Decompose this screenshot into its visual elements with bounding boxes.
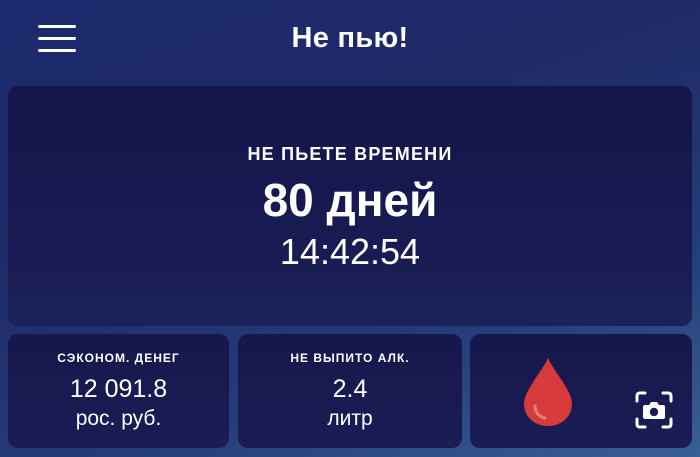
money-saved-unit: рос. руб. <box>75 407 162 430</box>
app-header: Не пью! <box>0 0 700 84</box>
timer-label: НЕ ПЬЕТЕ ВРЕМЕНИ <box>247 144 453 164</box>
money-saved-label: СЭКОНОМ. ДЕНЕГ <box>57 351 180 365</box>
money-saved-card: СЭКОНОМ. ДЕНЕГ 12 091.8 рос. руб. <box>8 334 229 448</box>
days-counter: 80 дней <box>262 174 438 226</box>
camera-capture-icon[interactable] <box>634 390 674 430</box>
sobriety-timer-card: НЕ ПЬЕТЕ ВРЕМЕНИ 80 дней 14:42:54 <box>8 86 692 326</box>
blood-drop-icon <box>524 358 572 426</box>
money-saved-value: 12 091.8 <box>69 375 168 403</box>
alcohol-not-drunk-unit: литр <box>327 407 373 430</box>
alcohol-not-drunk-label: НЕ ВЫПИТО АЛК. <box>290 351 410 365</box>
alcohol-not-drunk-value: 2.4 <box>332 375 368 403</box>
time-counter: 14:42:54 <box>279 231 421 272</box>
alcohol-not-drunk-card: НЕ ВЫПИТО АЛК. 2.4 литр <box>238 334 462 448</box>
page-title: Не пью! <box>291 22 409 54</box>
health-drop-card <box>470 334 692 448</box>
